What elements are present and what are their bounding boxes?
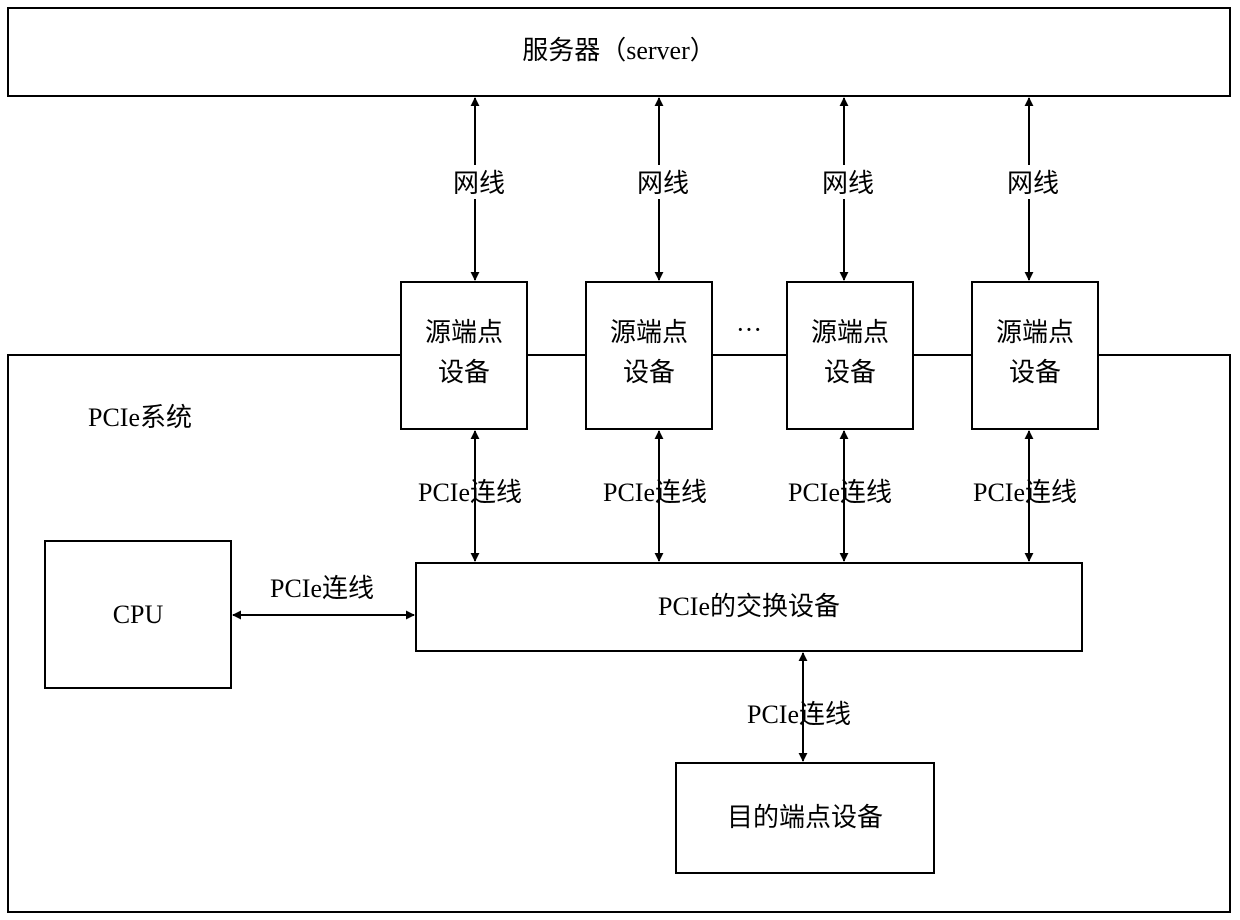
cpu-pcie-link-label: PCIe连线 <box>270 574 374 603</box>
destination-device-label: 目的端点设备 <box>727 803 883 832</box>
network-cable-label: 网线 <box>1007 169 1059 198</box>
dest-pcie-link-label: PCIe连线 <box>747 700 851 729</box>
source-endpoint-device <box>585 281 713 430</box>
pcie-switch-label: PCIe的交换设备 <box>658 592 840 621</box>
network-cable-label: 网线 <box>637 169 689 198</box>
ellipsis: ··· <box>736 315 762 344</box>
pcie-system-label: PCIe系统 <box>88 403 192 432</box>
source-device-label-line2: 设备 <box>623 358 675 387</box>
source-device-label-line2: 设备 <box>824 358 876 387</box>
source-device-label-line1: 源端点 <box>996 318 1074 347</box>
source-endpoint-device <box>971 281 1099 430</box>
source-device-label-line2: 设备 <box>1009 358 1061 387</box>
cpu-label: CPU <box>113 600 164 629</box>
source-device-label-line2: 设备 <box>438 358 490 387</box>
pcie-link-label: PCIe连线 <box>418 478 522 507</box>
source-device-label-line1: 源端点 <box>610 318 688 347</box>
source-endpoint-device <box>786 281 914 430</box>
source-device-label-line1: 源端点 <box>425 318 503 347</box>
pcie-system-diagram: 服务器（server） PCIe系统 网线 网线 网线 网线 源端点 设备 源端… <box>7 7 1231 913</box>
network-cable-label: 网线 <box>453 169 505 198</box>
pcie-link-label: PCIe连线 <box>603 478 707 507</box>
network-cable-label: 网线 <box>822 169 874 198</box>
source-endpoint-device <box>400 281 528 430</box>
source-device-label-line1: 源端点 <box>811 318 889 347</box>
server-label: 服务器（server） <box>522 36 716 65</box>
pcie-link-label: PCIe连线 <box>788 478 892 507</box>
pcie-link-label: PCIe连线 <box>973 478 1077 507</box>
